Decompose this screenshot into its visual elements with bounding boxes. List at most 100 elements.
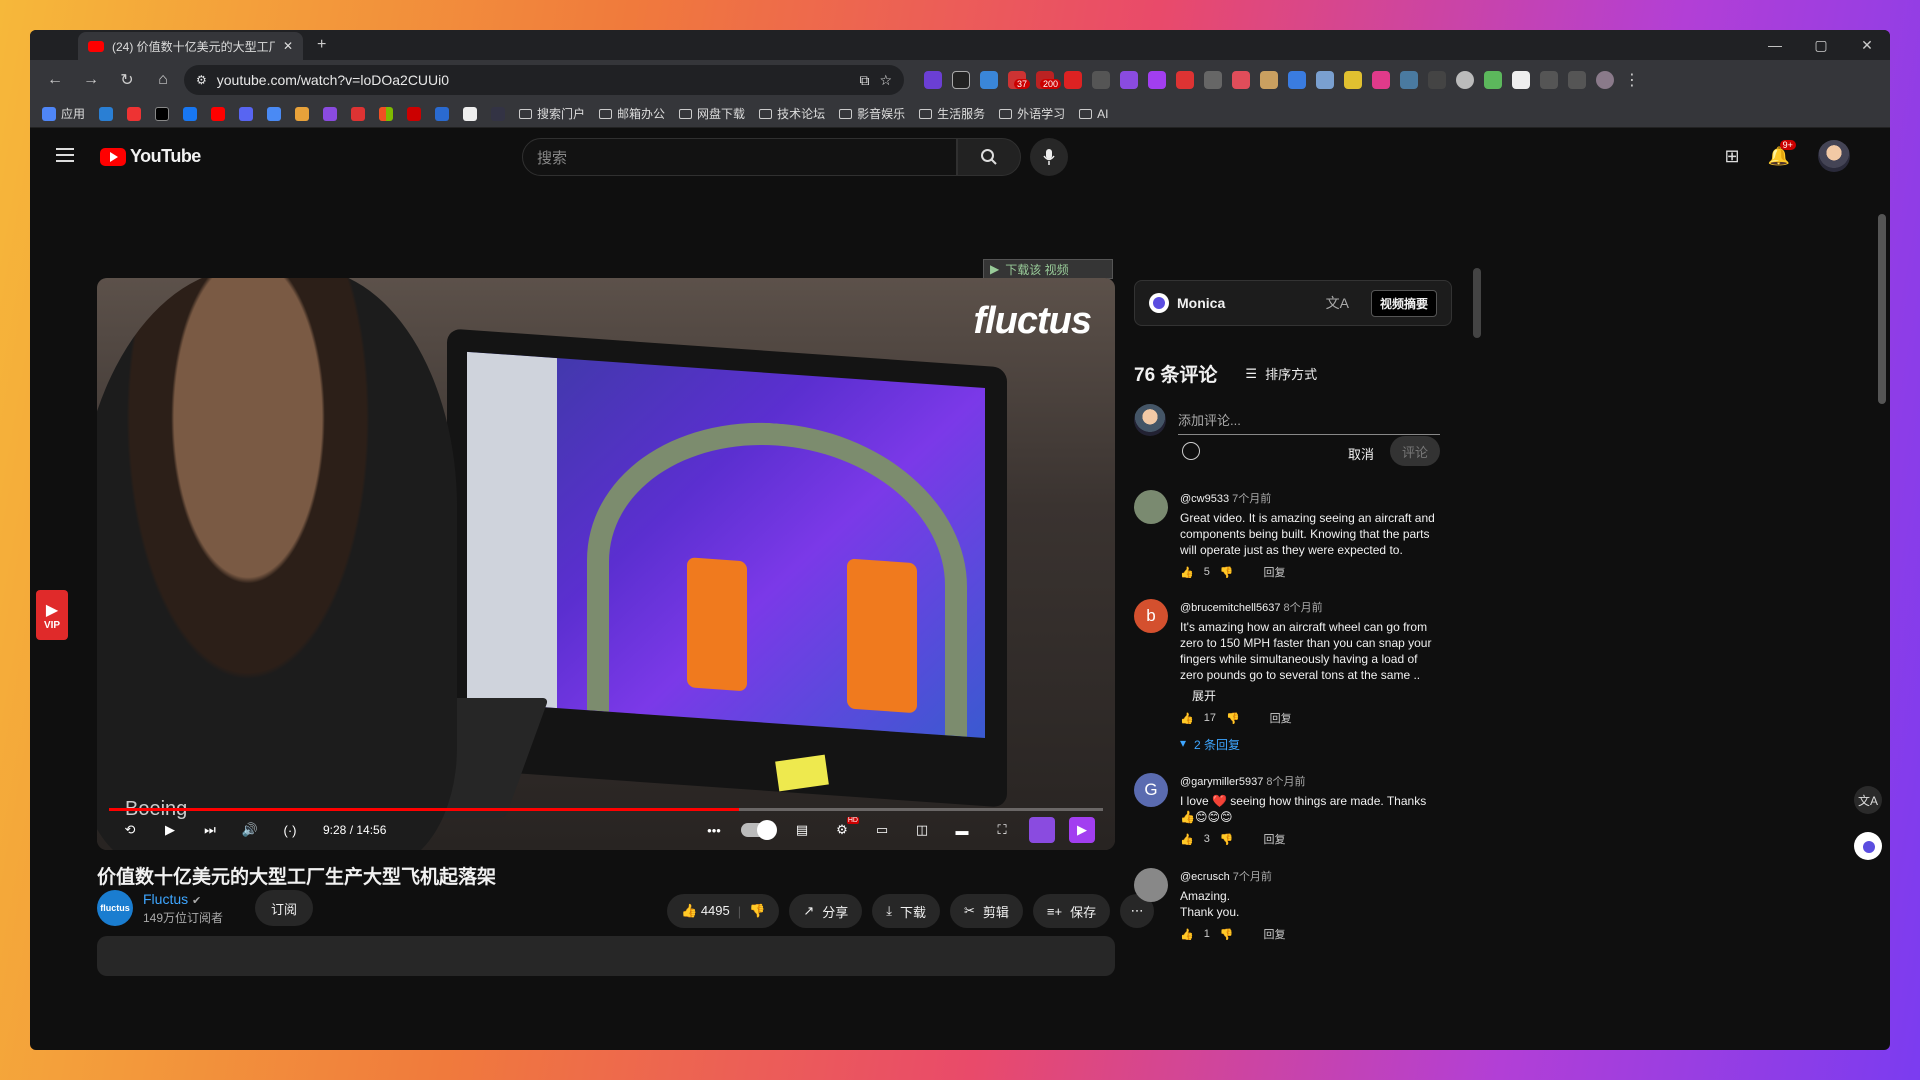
extension-icon[interactable] bbox=[1204, 71, 1222, 89]
comment-author[interactable]: @garymiller5937 bbox=[1180, 776, 1263, 788]
bookmark-folder[interactable]: 生活服务 bbox=[919, 105, 985, 122]
minimize-icon[interactable]: — bbox=[1752, 30, 1798, 60]
loop-icon[interactable]: ⟲ bbox=[117, 817, 143, 843]
commenter-avatar[interactable]: b bbox=[1134, 599, 1168, 633]
sidebar-scrollbar[interactable] bbox=[1473, 268, 1481, 338]
extension-icon[interactable] bbox=[1400, 71, 1418, 89]
save-button[interactable]: ≡+ 保存 bbox=[1032, 894, 1111, 928]
voice-search-button[interactable] bbox=[1030, 138, 1068, 176]
extension-icon[interactable] bbox=[1344, 71, 1362, 89]
settings-gear-icon[interactable]: ⚙ HD bbox=[829, 817, 859, 843]
dislike-icon[interactable]: 👎 bbox=[1220, 566, 1234, 579]
bookmark-folder[interactable]: 技术论坛 bbox=[759, 105, 825, 122]
url-text[interactable]: youtube.com/watch?v=loDOa2CUUi0 bbox=[217, 72, 850, 88]
reload-icon[interactable]: ↻ bbox=[112, 65, 142, 95]
search-input[interactable]: 搜索 bbox=[522, 138, 957, 176]
commenter-avatar[interactable] bbox=[1134, 868, 1168, 902]
search-button[interactable] bbox=[957, 138, 1021, 176]
comment-author[interactable]: @cw9533 bbox=[1180, 493, 1229, 505]
reply-button[interactable]: 回复 bbox=[1264, 831, 1286, 847]
autoplay-toggle[interactable] bbox=[741, 820, 777, 840]
bookmark-icon[interactable] bbox=[435, 106, 450, 121]
bookmark-star-icon[interactable]: ☆ bbox=[879, 72, 892, 89]
reply-button[interactable]: 回复 bbox=[1264, 926, 1286, 942]
extension-icon[interactable]: 37 bbox=[1008, 71, 1031, 89]
bookmark-icon[interactable] bbox=[99, 106, 114, 121]
extension-icon[interactable] bbox=[1456, 71, 1474, 89]
like-icon[interactable]: 👍 bbox=[1180, 566, 1194, 579]
sort-button[interactable]: ☰ 排序方式 bbox=[1245, 364, 1317, 383]
post-comment-button[interactable]: 评论 bbox=[1390, 436, 1440, 466]
gmail-icon[interactable] bbox=[127, 106, 142, 121]
address-bar[interactable]: ⚙ youtube.com/watch?v=loDOa2CUUi0 ⧉ ☆ bbox=[184, 65, 904, 95]
cancel-button[interactable]: 取消 bbox=[1348, 444, 1374, 463]
emoji-icon[interactable] bbox=[1182, 442, 1200, 460]
download-video-overlay[interactable]: ▶ 下载该 视频 bbox=[983, 259, 1113, 279]
extension-icon[interactable] bbox=[1232, 71, 1250, 89]
commenter-avatar[interactable] bbox=[1134, 490, 1168, 524]
extension-icon[interactable] bbox=[1316, 71, 1334, 89]
facebook-icon[interactable] bbox=[183, 106, 198, 121]
extension-icon[interactable] bbox=[1176, 71, 1194, 89]
extension-icon[interactable] bbox=[1484, 71, 1502, 89]
like-icon[interactable]: 👍 bbox=[1180, 833, 1194, 846]
bookmark-icon[interactable] bbox=[295, 106, 310, 121]
discord-icon[interactable] bbox=[239, 106, 254, 121]
more-options-icon[interactable]: ••• bbox=[701, 817, 727, 843]
forward-icon[interactable]: → bbox=[76, 65, 106, 95]
microsoft-icon[interactable] bbox=[379, 106, 394, 121]
puzzle-icon[interactable] bbox=[1540, 71, 1558, 89]
dislike-icon[interactable]: 👎 bbox=[1220, 928, 1234, 941]
bookmark-folder[interactable]: 外语学习 bbox=[999, 105, 1065, 122]
monica-float-icon[interactable] bbox=[1854, 832, 1882, 860]
stable-volume-icon[interactable]: (·) bbox=[277, 817, 303, 843]
volume-icon[interactable]: 🔊 bbox=[237, 817, 263, 843]
youtube-logo[interactable]: YouTube bbox=[100, 146, 201, 167]
extension-icon[interactable] bbox=[1064, 71, 1082, 89]
description-box[interactable] bbox=[97, 936, 1115, 976]
dislike-button[interactable]: 👎 bbox=[749, 903, 765, 919]
video-summary-button[interactable]: 视频摘要 bbox=[1370, 289, 1437, 317]
close-tab-icon[interactable]: ✕ bbox=[283, 39, 293, 53]
extension-icon[interactable] bbox=[924, 71, 942, 89]
bookmark-icon[interactable] bbox=[351, 106, 366, 121]
comment-author[interactable]: @brucemitchell5637 bbox=[1180, 602, 1280, 614]
reply-button[interactable]: 回复 bbox=[1264, 564, 1286, 580]
bookmark-folder[interactable]: 影音娱乐 bbox=[839, 105, 905, 122]
close-window-icon[interactable]: ✕ bbox=[1844, 30, 1890, 60]
play-button[interactable]: ▶ bbox=[157, 817, 183, 843]
extension-icon[interactable]: 200 bbox=[1036, 71, 1062, 89]
fullscreen-icon[interactable]: ⛶ bbox=[989, 817, 1015, 843]
video-player[interactable]: fluctus Boeing ⟲ ▶ ⏭ 🔊 (·) 9:28 / 14:56 … bbox=[97, 278, 1115, 850]
bookmark-folder[interactable]: 邮箱办公 bbox=[599, 105, 665, 122]
extension-icon[interactable] bbox=[1288, 71, 1306, 89]
theater-mode-icon[interactable]: ▬ bbox=[949, 817, 975, 843]
like-icon[interactable]: 👍 bbox=[1180, 928, 1194, 941]
commenter-avatar[interactable]: G bbox=[1134, 773, 1168, 807]
subscribe-button[interactable]: 订阅 bbox=[255, 890, 314, 926]
gemini-icon[interactable] bbox=[267, 106, 282, 121]
bookmark-icon[interactable] bbox=[463, 106, 478, 121]
account-avatar[interactable] bbox=[1818, 140, 1850, 172]
view-replies-button[interactable]: ▾ 2 条回复 bbox=[1180, 736, 1440, 753]
open-external-icon[interactable]: ⧉ bbox=[859, 72, 869, 89]
bookmark-icon[interactable] bbox=[323, 106, 338, 121]
extension-icon[interactable] bbox=[1120, 71, 1138, 89]
extension-icon[interactable] bbox=[1148, 71, 1166, 89]
download-icon[interactable] bbox=[1428, 71, 1446, 89]
extension-icon[interactable] bbox=[1092, 71, 1110, 89]
bookmark-icon[interactable] bbox=[407, 106, 422, 121]
apps-bookmark[interactable]: 应用 bbox=[42, 105, 85, 122]
vip-floating-button[interactable]: ▶ VIP bbox=[36, 590, 68, 640]
translate-icon[interactable]: 文A bbox=[1326, 293, 1349, 313]
download-button[interactable]: ⤓ 下载 bbox=[872, 894, 940, 928]
channel-avatar[interactable]: fluctus bbox=[97, 890, 133, 926]
home-icon[interactable]: ⌂ bbox=[148, 65, 178, 95]
extension-player-icon[interactable]: ▶ bbox=[1069, 817, 1095, 843]
pip-icon[interactable]: ◫ bbox=[909, 817, 935, 843]
create-video-icon[interactable]: ⊞ bbox=[1724, 146, 1739, 167]
reading-list-icon[interactable] bbox=[1568, 71, 1586, 89]
browser-tab[interactable]: (24) 价值数十亿美元的大型工厂 ✕ bbox=[78, 32, 303, 60]
expand-button[interactable]: 展开 bbox=[1180, 687, 1440, 704]
x-icon[interactable] bbox=[155, 106, 170, 121]
